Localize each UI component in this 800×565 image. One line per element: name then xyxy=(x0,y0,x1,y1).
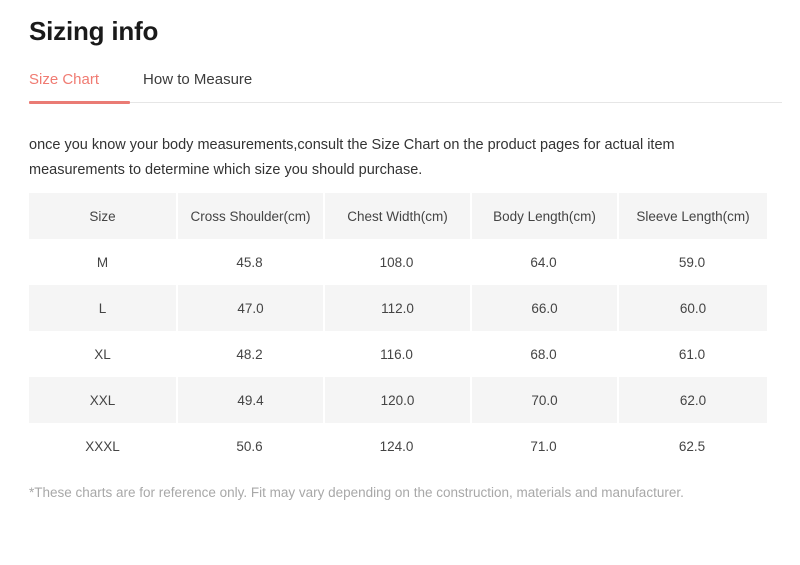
cell-size: XL xyxy=(29,331,176,377)
page-title: Sizing info xyxy=(29,16,159,46)
intro-paragraph: once you know your body measurements,con… xyxy=(29,136,675,178)
tab-how-to-measure[interactable]: How to Measure xyxy=(143,70,252,102)
cell-chest-width: 124.0 xyxy=(323,423,470,469)
cell-body-length: 68.0 xyxy=(470,331,617,377)
cell-body-length: 71.0 xyxy=(470,423,617,469)
column-header-body-length: Body Length(cm) xyxy=(470,193,617,239)
table-row: M 45.8 108.0 64.0 59.0 xyxy=(29,239,767,285)
size-chart-table: Size Cross Shoulder(cm) Chest Width(cm) … xyxy=(29,193,767,469)
tab-size-chart-label: Size Chart xyxy=(29,71,100,88)
tab-bar: Size Chart How to Measure xyxy=(29,70,782,104)
cell-sleeve-length: 62.0 xyxy=(617,377,767,423)
disclaimer-footnote: *These charts are for reference only. Fi… xyxy=(29,485,684,500)
cell-cross-shoulder: 45.8 xyxy=(176,239,323,285)
cell-chest-width: 108.0 xyxy=(323,239,470,285)
tab-bar-divider xyxy=(29,102,782,103)
tab-size-chart[interactable]: Size Chart xyxy=(29,70,99,102)
table-row: XXL 49.4 120.0 70.0 62.0 xyxy=(29,377,767,423)
table-row: XXXL 50.6 124.0 71.0 62.5 xyxy=(29,423,767,469)
cell-cross-shoulder: 48.2 xyxy=(176,331,323,377)
column-header-chest-width: Chest Width(cm) xyxy=(323,193,470,239)
cell-cross-shoulder: 50.6 xyxy=(176,423,323,469)
active-tab-indicator xyxy=(29,101,130,104)
cell-chest-width: 116.0 xyxy=(323,331,470,377)
cell-sleeve-length: 62.5 xyxy=(617,423,767,469)
column-header-size: Size xyxy=(29,193,176,239)
table-head: Size Cross Shoulder(cm) Chest Width(cm) … xyxy=(29,193,767,239)
table-header-row: Size Cross Shoulder(cm) Chest Width(cm) … xyxy=(29,193,767,239)
cell-size: XXXL xyxy=(29,423,176,469)
cell-sleeve-length: 59.0 xyxy=(617,239,767,285)
cell-cross-shoulder: 49.4 xyxy=(176,377,323,423)
cell-sleeve-length: 61.0 xyxy=(617,331,767,377)
tab-how-to-measure-label: How to Measure xyxy=(143,71,253,88)
cell-body-length: 70.0 xyxy=(470,377,617,423)
cell-cross-shoulder: 47.0 xyxy=(176,285,323,331)
table-row: L 47.0 112.0 66.0 60.0 xyxy=(29,285,767,331)
table-row: XL 48.2 116.0 68.0 61.0 xyxy=(29,331,767,377)
table-body: M 45.8 108.0 64.0 59.0 L 47.0 112.0 66.0… xyxy=(29,239,767,469)
cell-size: M xyxy=(29,239,176,285)
cell-chest-width: 112.0 xyxy=(323,285,470,331)
cell-size: XXL xyxy=(29,377,176,423)
cell-size: L xyxy=(29,285,176,331)
cell-body-length: 66.0 xyxy=(470,285,617,331)
column-header-sleeve-length: Sleeve Length(cm) xyxy=(617,193,767,239)
column-header-cross-shoulder: Cross Shoulder(cm) xyxy=(176,193,323,239)
cell-chest-width: 120.0 xyxy=(323,377,470,423)
cell-body-length: 64.0 xyxy=(470,239,617,285)
sizing-info-page: Sizing info Size Chart How to Measure on… xyxy=(0,0,800,565)
cell-sleeve-length: 60.0 xyxy=(617,285,767,331)
